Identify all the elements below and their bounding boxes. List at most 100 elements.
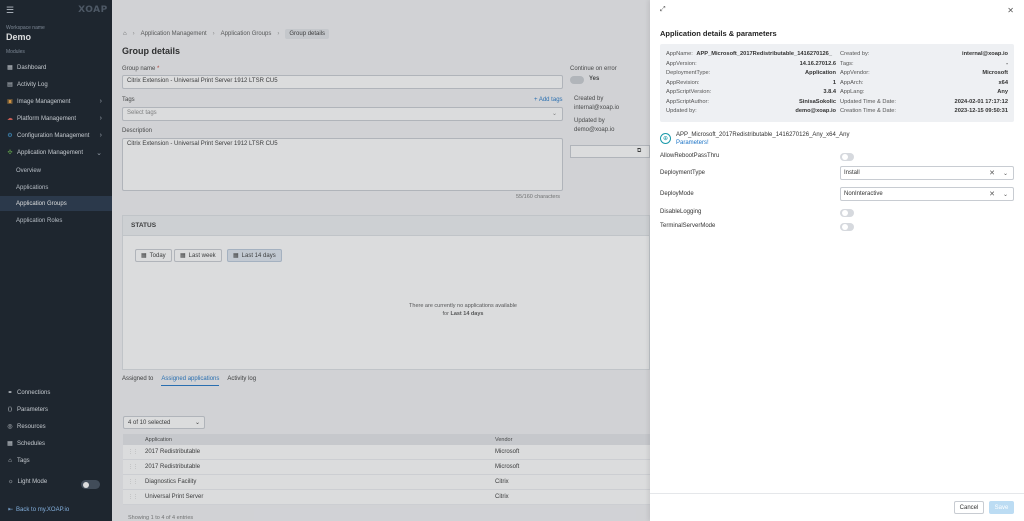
light-mode-row: ☼ Light Mode <box>8 479 47 485</box>
filter-last-14-days[interactable]: ▦ Last 14 days <box>227 249 282 262</box>
menu-icon[interactable]: ☰ <box>6 5 14 16</box>
sidebar: ☰ XOAP Workspace name Demo Modules ▦ Das… <box>0 0 112 521</box>
info-row: AppLang: Any <box>840 89 1008 95</box>
tag-icon: ⌂ <box>8 457 12 464</box>
page-title: Group details <box>122 46 181 56</box>
tags-select[interactable]: Select tags ⌄ <box>122 107 563 121</box>
group-name-input[interactable]: Citrix Extension - Universal Print Serve… <box>122 75 563 89</box>
cloud-icon: ☁ <box>7 116 13 122</box>
sidebar-item-dashboard[interactable]: ▦ Dashboard <box>0 60 112 75</box>
tab-assigned-applications[interactable]: Assigned applications <box>161 376 220 386</box>
terminal-server-toggle[interactable] <box>840 223 854 231</box>
column-header[interactable]: Application <box>143 437 495 443</box>
terminal-server-label: TerminalServerMode <box>660 223 716 229</box>
calendar-icon: ▦ <box>141 253 147 259</box>
continue-on-error-value: Yes <box>589 76 600 82</box>
info-row: AppVendor: Microsoft <box>840 70 1008 76</box>
applications-table: Application Vendor ⋮⋮ 2017 Redistributab… <box>123 434 650 505</box>
copy-button[interactable]: ⧉ <box>570 145 650 158</box>
table-row[interactable]: ⋮⋮ 2017 Redistributable Microsoft <box>123 445 650 460</box>
allow-reboot-label: AllowRebootPassThru <box>660 153 720 159</box>
breadcrumb-item[interactable]: Application Groups <box>221 31 272 37</box>
sidebar-item-configuration-management[interactable]: ⚙ Configuration Management › <box>0 128 112 143</box>
add-tags-button[interactable]: + Add tags <box>534 97 563 103</box>
cell-vendor: Microsoft <box>495 449 520 455</box>
info-row: Updated Time & Date: 2024-02-01 17:17:12 <box>840 99 1008 105</box>
cell-vendor: Microsoft <box>495 464 520 470</box>
table-row[interactable]: ⋮⋮ Universal Print Server Citrix <box>123 490 650 505</box>
sidebar-item-connections[interactable]: ⚭ Connections <box>0 385 112 400</box>
parameters-link[interactable]: Parameters! <box>676 139 849 147</box>
save-button[interactable]: Save <box>989 501 1014 514</box>
home-icon[interactable]: ⌂ <box>123 31 127 37</box>
cancel-button[interactable]: Cancel <box>954 501 984 514</box>
close-icon[interactable]: ✕ <box>1007 6 1014 15</box>
logo: XOAP <box>78 5 108 15</box>
breadcrumb: ⌂ › Application Management › Application… <box>123 29 330 39</box>
drag-handle-icon[interactable]: ⋮⋮ <box>123 479 143 485</box>
chevron-down-icon[interactable]: ⌄ <box>1003 170 1008 177</box>
cell-application: Diagnostics Facility <box>145 479 197 485</box>
workspace-label: Workspace name <box>6 25 45 31</box>
sidebar-subitem-label: Overview <box>16 167 42 174</box>
sidebar-subitem-application-roles[interactable]: Application Roles <box>0 213 112 228</box>
drag-handle-icon[interactable]: ⋮⋮ <box>123 449 143 455</box>
sidebar-subitem-application-groups[interactable]: Application Groups <box>0 196 112 211</box>
chevron-down-icon: ⌄ <box>551 111 557 117</box>
allow-reboot-toggle[interactable] <box>840 153 854 161</box>
selected-count-select[interactable]: 4 of 10 selected ⌄ <box>123 416 205 429</box>
column-header[interactable]: Vendor <box>495 437 645 443</box>
drag-handle-icon[interactable]: ⋮⋮ <box>123 464 143 470</box>
continue-on-error-toggle[interactable] <box>570 76 584 84</box>
tab-assigned-to[interactable]: Assigned to <box>122 376 153 386</box>
back-link-label: Back to my.XOAP.io <box>16 506 70 513</box>
copy-icon: ⧉ <box>637 148 642 154</box>
deploy-mode-label: DeployMode <box>660 191 694 197</box>
chevron-down-icon[interactable]: ⌄ <box>1003 191 1008 198</box>
calendar-icon: ▦ <box>7 441 13 447</box>
created-by-label: Created by <box>574 96 604 102</box>
disable-logging-toggle[interactable] <box>840 209 854 217</box>
tab-activity-log[interactable]: Activity log <box>227 376 256 386</box>
info-row: AppScriptAuthor: SinisaSokolic <box>666 99 836 105</box>
group-name-label: Group name * <box>122 66 160 72</box>
breadcrumb-item[interactable]: Application Management <box>141 31 207 37</box>
filter-today[interactable]: ▦ Today <box>135 249 172 262</box>
deploy-mode-select[interactable]: NonInteractive ✕ ⌄ <box>840 187 1014 201</box>
back-link[interactable]: ⇤ Back to my.XOAP.io <box>8 506 70 514</box>
table-row[interactable]: ⋮⋮ Diagnostics Facility Citrix <box>123 475 650 490</box>
clear-icon[interactable]: ✕ <box>989 169 995 177</box>
expand-icon[interactable]: ⤢ <box>660 6 666 14</box>
sidebar-item-application-management[interactable]: ✣ Application Management ⌄ <box>0 145 112 160</box>
sidebar-subitem-overview[interactable]: Overview <box>0 163 112 178</box>
sidebar-item-activity-log[interactable]: ▤ Activity Log <box>0 77 112 92</box>
status-title: STATUS <box>123 216 649 236</box>
sidebar-item-label: Schedules <box>17 440 46 447</box>
filter-last-week[interactable]: ▦ Last week <box>174 249 222 262</box>
drawer-title: Application details & parameters <box>660 29 777 38</box>
link-icon: ⚭ <box>7 390 13 396</box>
description-textarea[interactable]: Citrix Extension - Universal Print Serve… <box>122 138 563 191</box>
sidebar-item-label: Image Management <box>17 98 71 105</box>
sidebar-item-image-management[interactable]: ▣ Image Management › <box>0 94 112 109</box>
light-mode-toggle[interactable] <box>81 480 100 489</box>
sidebar-item-platform-management[interactable]: ☁ Platform Management › <box>0 111 112 126</box>
sidebar-item-schedules[interactable]: ▦ Schedules <box>0 436 112 451</box>
table-row[interactable]: ⋮⋮ 2017 Redistributable Microsoft <box>123 460 650 475</box>
sidebar-item-resources[interactable]: ◎ Resources <box>0 419 112 434</box>
clear-icon[interactable]: ✕ <box>989 190 995 198</box>
sidebar-item-label: Platform Management <box>17 115 77 122</box>
deployment-type-select[interactable]: Install ✕ ⌄ <box>840 166 1014 180</box>
workspace-name[interactable]: Demo <box>6 32 31 42</box>
brackets-icon: ⟨⟩ <box>7 407 13 413</box>
sidebar-item-tags[interactable]: ⌂ Tags <box>0 453 112 468</box>
gear-icon: ⚙ <box>7 133 13 139</box>
drag-handle-icon[interactable]: ⋮⋮ <box>123 494 143 500</box>
cell-application: 2017 Redistributable <box>145 449 201 455</box>
sidebar-item-label: Tags <box>17 457 30 464</box>
sidebar-item-parameters[interactable]: ⟨⟩ Parameters <box>0 402 112 417</box>
sidebar-subitem-applications[interactable]: Applications <box>0 180 112 195</box>
chevron-right-icon: › <box>277 31 280 37</box>
table-header: Application Vendor <box>123 434 650 445</box>
deployment-type-label: DeploymentType <box>660 170 706 176</box>
